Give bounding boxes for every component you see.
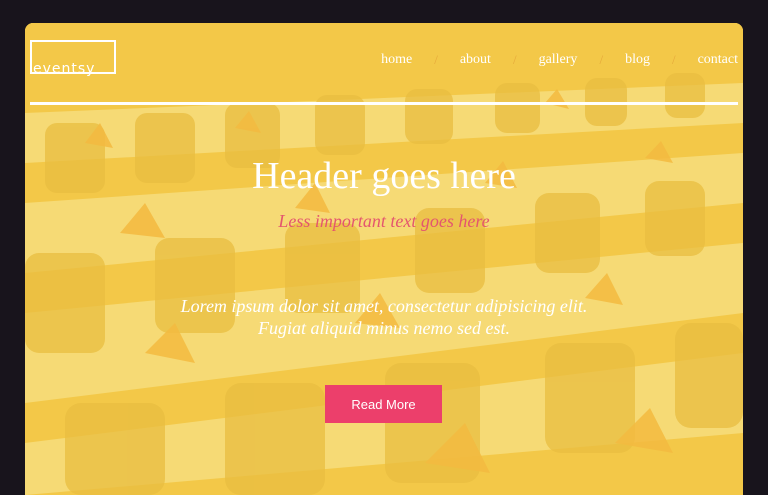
hero-body-text: Lorem ipsum dolor sit amet, consectetur … (180, 296, 588, 338)
nav-link-blog[interactable]: blog (625, 52, 650, 68)
device-frame: eventsy home / about / gallery / blog / … (0, 0, 768, 495)
top-navigation: home / about / gallery / blog / contact (381, 52, 738, 68)
nav-link-about[interactable]: about (460, 52, 491, 68)
nav-link-contact[interactable]: contact (698, 52, 738, 68)
read-more-button[interactable]: Read More (325, 385, 442, 423)
nav-separator: / (599, 52, 604, 67)
hero-subtitle: Less important text goes here (278, 211, 490, 231)
yellow-color-overlay (25, 23, 743, 495)
nav-separator: / (671, 52, 676, 67)
nav-link-gallery[interactable]: gallery (539, 52, 578, 68)
nav-separator: / (434, 52, 438, 67)
hero-title: Header goes here (252, 155, 516, 197)
nav-separator: / (512, 52, 517, 67)
website-screen: eventsy home / about / gallery / blog / … (25, 23, 743, 495)
header-divider (30, 102, 738, 105)
nav-link-home[interactable]: home (381, 52, 412, 68)
logo-text: eventsy (33, 61, 96, 77)
eventsy-logo[interactable]: eventsy (30, 40, 116, 77)
